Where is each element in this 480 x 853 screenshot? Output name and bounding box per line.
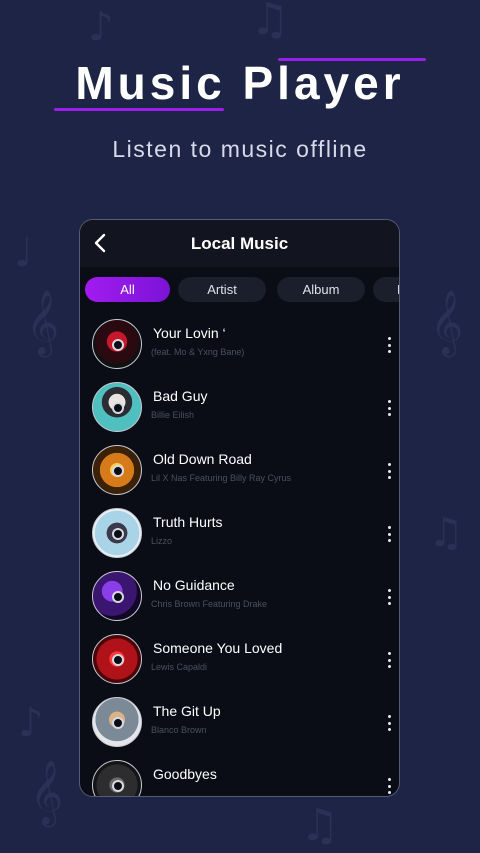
song-row[interactable]: Your Lovin ‘ (feat. Mo & Yxng Bane)	[80, 313, 399, 376]
song-row[interactable]: No Guidance Chris Brown Featuring Drake	[80, 565, 399, 628]
more-vertical-icon[interactable]	[384, 398, 394, 418]
album-cover-grey	[92, 697, 142, 747]
more-vertical-icon[interactable]	[384, 524, 394, 544]
song-row[interactable]: Bad Guy Billie Eilish	[80, 376, 399, 439]
song-title: Your Lovin ‘	[153, 325, 226, 341]
music-note-decoration: 𝄞	[430, 290, 464, 355]
song-artist: Lewis Capaldi	[151, 662, 208, 672]
song-artist: (feat. Mo & Yxng Bane)	[151, 347, 245, 357]
song-row[interactable]: Someone You Loved Lewis Capaldi	[80, 628, 399, 691]
tab-album[interactable]: Album	[277, 277, 365, 302]
song-row[interactable]: Truth Hurts Lizzo	[80, 502, 399, 565]
title-accent-line	[54, 108, 224, 111]
album-cover-purple	[92, 571, 142, 621]
back-button[interactable]	[88, 231, 112, 255]
song-title: Bad Guy	[153, 388, 208, 404]
song-title: Old Down Road	[153, 451, 252, 467]
song-row[interactable]: The Git Up Blanco Brown	[80, 691, 399, 754]
album-cover-orange	[92, 445, 142, 495]
music-note-decoration: ♪	[18, 700, 44, 746]
more-vertical-icon[interactable]	[384, 713, 394, 733]
song-row[interactable]: Old Down Road Lil X Nas Featuring Billy …	[80, 439, 399, 502]
tab-artist[interactable]: Artist	[178, 277, 266, 302]
more-vertical-icon[interactable]	[384, 461, 394, 481]
song-title: The Git Up	[153, 703, 221, 719]
song-title: No Guidance	[153, 577, 235, 593]
more-vertical-icon[interactable]	[384, 335, 394, 355]
music-note-decoration: ♩	[14, 230, 33, 276]
tab-all[interactable]: All	[85, 277, 170, 302]
hero-title: Music Player	[75, 57, 405, 109]
album-cover-dark	[92, 760, 142, 796]
song-artist: Blanco Brown	[151, 725, 207, 735]
song-artist: Billie Eilish	[151, 410, 195, 420]
album-cover-light-blue	[92, 508, 142, 558]
filter-tabs: All Artist Album F	[80, 267, 399, 313]
album-cover-red	[92, 634, 142, 684]
song-row[interactable]: Goodbyes	[80, 754, 399, 796]
music-note-decoration: ♫	[300, 800, 340, 851]
song-title: Someone You Loved	[153, 640, 283, 656]
album-cover-teal	[92, 382, 142, 432]
more-vertical-icon[interactable]	[384, 776, 394, 796]
tab-folder[interactable]: F	[373, 277, 399, 302]
music-note-decoration: ♫	[428, 510, 464, 556]
album-cover-red-heart	[92, 319, 142, 369]
screen-title: Local Music	[190, 233, 289, 253]
top-bar: Local Music	[80, 220, 399, 267]
more-vertical-icon[interactable]	[384, 650, 394, 670]
music-note-decoration: 𝄞	[30, 760, 64, 825]
chevron-left-icon	[94, 233, 106, 253]
music-note-decoration: 𝄞	[26, 290, 60, 355]
song-artist: Lizzo	[151, 536, 173, 546]
hero-subtitle: Listen to music offline	[112, 136, 368, 162]
song-artist: Chris Brown Featuring Drake	[151, 599, 268, 609]
hero-section: Music Player Listen to music offline	[0, 0, 480, 200]
more-vertical-icon[interactable]	[384, 587, 394, 607]
song-artist: Lil X Nas Featuring Billy Ray Cyrus	[151, 473, 292, 483]
song-title: Truth Hurts	[153, 514, 223, 530]
song-title: Goodbyes	[153, 766, 217, 782]
phone-screen: Local Music All Artist Album F Your Lovi…	[79, 219, 400, 797]
